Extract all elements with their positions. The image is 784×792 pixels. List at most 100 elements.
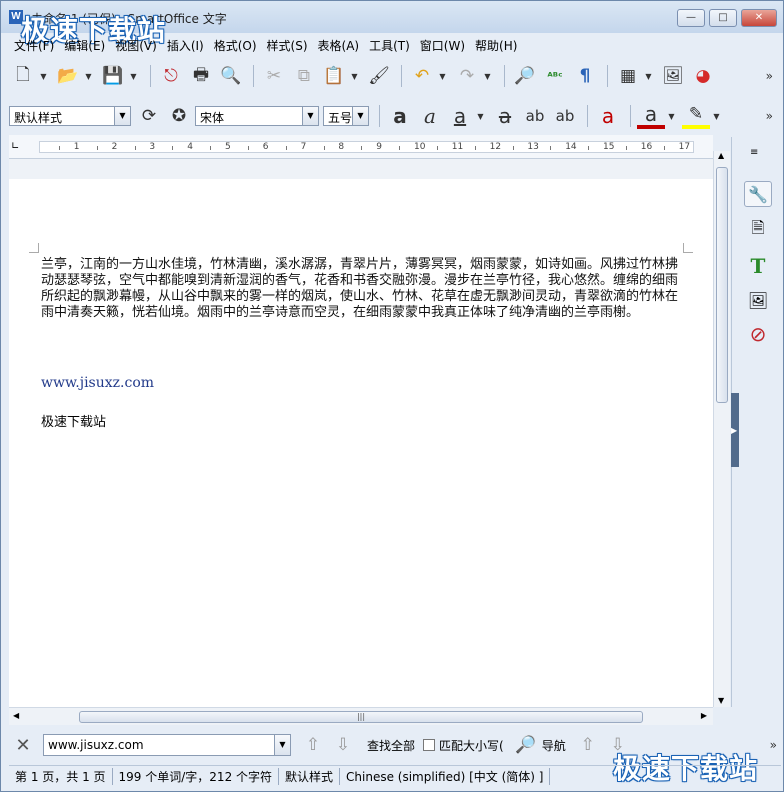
horizontal-scroll-thumb[interactable]: ||| (79, 711, 643, 723)
new-style-icon[interactable]: ✪ (165, 103, 193, 129)
findbar-overflow-icon[interactable]: » (770, 738, 777, 752)
status-word-count[interactable]: 199 个单词/字，212 个字符 (113, 768, 280, 785)
chevron-down-icon[interactable]: ▼ (302, 107, 318, 125)
undo-dropdown[interactable]: ▼ (438, 72, 447, 81)
pilcrow-icon[interactable]: ¶ (571, 63, 599, 89)
vertical-scrollbar[interactable]: ▲ ▼ (713, 151, 730, 707)
italic-icon[interactable]: a (416, 103, 444, 129)
gallery-icon[interactable]: 🖼 (744, 287, 772, 313)
chevron-down-icon[interactable]: ▼ (274, 735, 290, 755)
paragraph-style-select[interactable]: 默认样式 ▼ (9, 106, 131, 126)
navigator-compass-icon[interactable]: ⊘ (744, 321, 772, 347)
horizontal-ruler[interactable]: ∟ 1 2 3 4 5 6 7 8 9 10 11 12 13 14 15 16 17 (9, 135, 713, 159)
find-previous-icon[interactable]: ⇧ (299, 732, 327, 758)
toolbar-separator (150, 65, 151, 87)
image-icon[interactable]: 🖼 (659, 63, 687, 89)
paste-icon[interactable]: 📋 (320, 63, 348, 89)
tab-stop-icon[interactable]: ∟ (11, 141, 19, 152)
print-icon[interactable]: 🖶 (187, 63, 215, 89)
menu-format[interactable]: 格式(O) (209, 35, 262, 56)
menu-bar: 文件(F) 编辑(E) 视图(V) 插入(I) 格式(O) 样式(S) 表格(A) 工具(T)… (9, 35, 522, 55)
toolbar-separator (630, 105, 631, 127)
cut-icon[interactable]: ✂ (260, 63, 288, 89)
page-icon[interactable]: 🗎 (744, 217, 772, 243)
chart-icon[interactable]: ◕ (689, 63, 717, 89)
undo-icon[interactable]: ↶ (408, 63, 436, 89)
close-button[interactable]: ✕ (741, 9, 777, 27)
document-link[interactable]: www.jisuxz.com (41, 375, 154, 391)
underline-dropdown[interactable]: ▼ (476, 112, 485, 121)
nav-up-icon[interactable]: ⇧ (574, 732, 602, 758)
redo-icon[interactable]: ↷ (453, 63, 481, 89)
strikethrough-icon[interactable]: a (491, 103, 519, 129)
save-icon[interactable]: 💾 (99, 63, 127, 89)
open-dropdown[interactable]: ▼ (84, 72, 93, 81)
chevron-down-icon[interactable]: ▼ (114, 107, 130, 125)
bold-icon[interactable]: a (386, 103, 414, 129)
scroll-up-icon[interactable]: ▲ (718, 151, 724, 160)
find-replace-icon[interactable]: 🔎 (512, 732, 540, 758)
font-name-select[interactable]: 宋体 ▼ (195, 106, 319, 126)
format-paintbrush-icon[interactable]: 🖌 (365, 63, 393, 89)
new-document-icon[interactable]: 🗋 (9, 63, 37, 89)
status-language[interactable]: Chinese (simplified) [中文 (简体) ] (340, 768, 551, 785)
menu-view[interactable]: 视图(V) (110, 35, 162, 56)
table-icon[interactable]: ▦ (614, 63, 642, 89)
document-page[interactable]: 兰亭，江南的一方山水佳境，竹林清幽，溪水潺潺，青翠片片，薄雾冥冥，烟雨蒙蒙，如诗… (9, 179, 713, 707)
vertical-scroll-thumb[interactable] (716, 167, 728, 403)
status-page[interactable]: 第 1 页，共 1 页 (9, 768, 113, 785)
minimize-button[interactable]: — (677, 9, 705, 27)
subscript-icon[interactable]: ab (551, 103, 579, 129)
close-find-icon[interactable]: ✕ (9, 732, 37, 758)
menu-help[interactable]: 帮助(H) (470, 35, 522, 56)
document-line[interactable]: 极速下载站 (41, 411, 106, 430)
copy-icon[interactable]: ⧉ (290, 63, 318, 89)
font-color-icon[interactable]: a (637, 102, 665, 129)
menu-edit[interactable]: 编辑(E) (59, 35, 110, 56)
scroll-right-icon[interactable]: ▶ (701, 711, 707, 720)
menu-tools[interactable]: 工具(T) (364, 35, 415, 56)
spellcheck-icon[interactable]: ᴬᴮᶜ (541, 63, 569, 89)
menu-file[interactable]: 文件(F) (9, 35, 59, 56)
toolbar-overflow-icon[interactable]: » (766, 109, 773, 123)
toolbar-overflow-icon[interactable]: » (766, 69, 773, 83)
update-style-icon[interactable]: ⟳ (135, 103, 163, 129)
find-next-icon[interactable]: ⇩ (329, 732, 357, 758)
save-dropdown[interactable]: ▼ (129, 72, 138, 81)
paste-dropdown[interactable]: ▼ (350, 72, 359, 81)
ruler-tick (550, 146, 552, 150)
superscript-icon[interactable]: ab (521, 103, 549, 129)
match-case-checkbox[interactable] (423, 739, 436, 751)
find-all-button[interactable]: 查找全部 (367, 737, 415, 754)
navigate-label[interactable]: 导航 (542, 737, 566, 754)
styles-text-icon[interactable]: T (744, 253, 772, 279)
table-dropdown[interactable]: ▼ (644, 72, 653, 81)
font-color-dropdown[interactable]: ▼ (667, 112, 676, 121)
underline-icon[interactable]: a (446, 103, 474, 129)
new-dropdown[interactable]: ▼ (39, 72, 48, 81)
horizontal-scrollbar[interactable]: ◀ ||| ▶ (9, 707, 713, 725)
menu-window[interactable]: 窗口(W) (415, 35, 470, 56)
font-size-select[interactable]: 五号 ▼ (323, 106, 369, 126)
scroll-left-icon[interactable]: ◀ (13, 711, 19, 720)
sidebar-menu-icon[interactable]: ≡ (750, 147, 758, 158)
find-replace-icon[interactable]: 🔎 (511, 63, 539, 89)
properties-wrench-icon[interactable]: 🔧 (744, 181, 772, 207)
menu-table[interactable]: 表格(A) (313, 35, 365, 56)
export-pdf-icon[interactable]: ⎋ (157, 63, 185, 89)
open-folder-icon[interactable]: 📂 (54, 63, 82, 89)
maximize-button[interactable]: □ (709, 9, 737, 27)
highlight-icon[interactable]: ✎ (682, 103, 710, 129)
highlight-dropdown[interactable]: ▼ (712, 112, 721, 121)
menu-insert[interactable]: 插入(I) (162, 35, 209, 56)
find-input[interactable]: www.jisuxz.com ▼ (43, 734, 291, 756)
menu-styles[interactable]: 样式(S) (262, 35, 313, 56)
redo-dropdown[interactable]: ▼ (483, 72, 492, 81)
status-style[interactable]: 默认样式 (279, 768, 341, 785)
print-preview-icon[interactable]: 🔍 (217, 63, 245, 89)
scroll-down-icon[interactable]: ▼ (718, 696, 724, 705)
document-paragraph[interactable]: 兰亭，江南的一方山水佳境，竹林清幽，溪水潺潺，青翠片片，薄雾冥冥，烟雨蒙蒙，如诗… (41, 257, 681, 321)
clear-format-icon[interactable]: a (594, 103, 622, 129)
sidebar-collapse-handle[interactable]: ▶ (731, 393, 739, 467)
chevron-down-icon[interactable]: ▼ (352, 107, 368, 125)
